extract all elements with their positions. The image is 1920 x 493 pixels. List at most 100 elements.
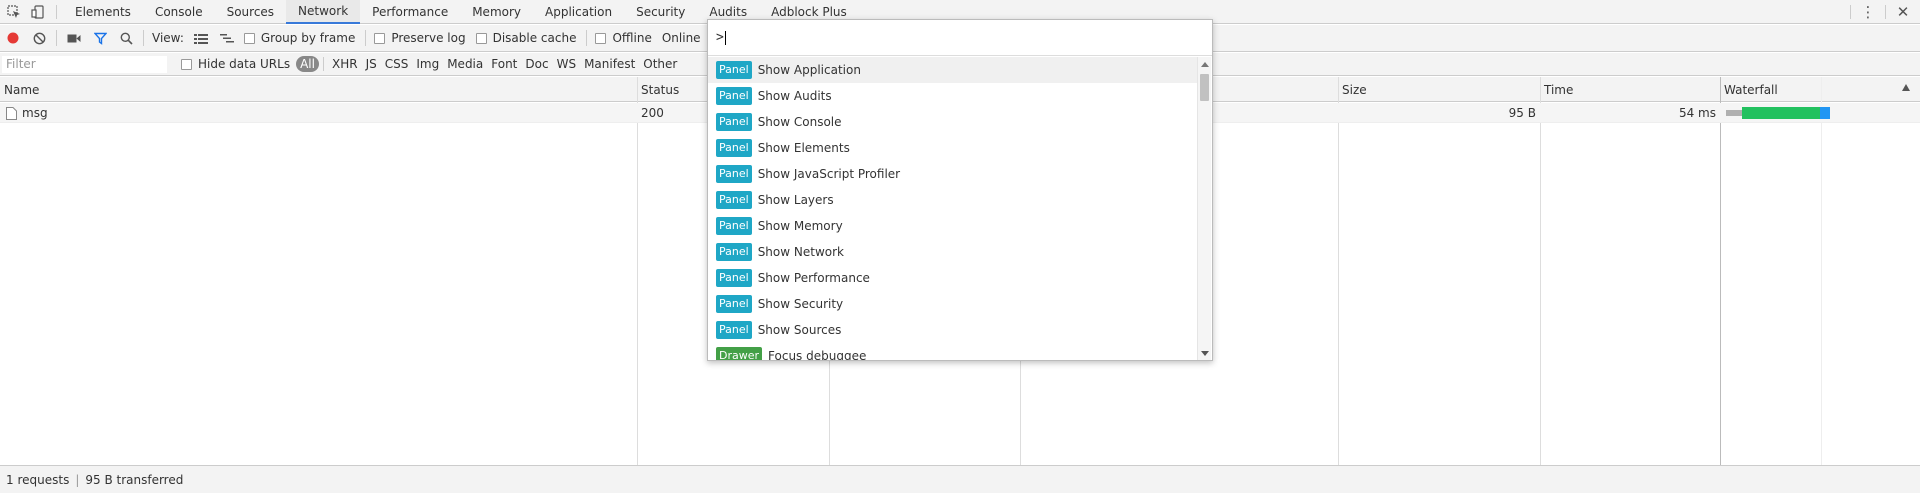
filter-type-manifest[interactable]: Manifest — [580, 57, 639, 71]
text-caret — [724, 30, 726, 45]
filter-type-all[interactable]: All — [296, 56, 319, 72]
command-list: Panel Show Application Panel Show Audits Pan… — [708, 57, 1197, 360]
command-item-label: Show Performance — [757, 271, 870, 285]
separator — [1885, 5, 1886, 19]
close-icon[interactable]: ✕ — [1892, 2, 1914, 22]
group-by-frame-checkbox[interactable]: Group by frame — [243, 31, 356, 45]
command-item[interactable]: Panel Show JavaScript Profiler — [708, 161, 1197, 187]
scroll-up-icon[interactable] — [1201, 62, 1209, 67]
filter-type-js[interactable]: JS — [362, 57, 381, 71]
command-item-label: Show Memory — [757, 219, 843, 233]
inspect-element-icon[interactable] — [4, 2, 24, 22]
more-options-icon[interactable]: ⋮ — [1857, 2, 1879, 22]
column-divider — [1720, 77, 1721, 465]
column-header-name[interactable]: Name — [0, 77, 637, 102]
column-header-size[interactable]: Size — [1338, 77, 1540, 102]
hide-data-urls-checkbox[interactable]: Hide data URLs — [181, 57, 290, 71]
command-item[interactable]: Panel Show Memory — [708, 213, 1197, 239]
command-input[interactable]: > — [708, 20, 1212, 56]
command-category-badge: Panel — [716, 269, 752, 287]
filter-icon[interactable] — [87, 25, 113, 51]
column-header-waterfall[interactable]: Waterfall — [1720, 77, 1920, 102]
column-header-time[interactable]: Time — [1540, 77, 1720, 102]
command-category-badge: Panel — [716, 61, 752, 79]
command-item[interactable]: Panel Show Application — [708, 57, 1197, 83]
tab-console[interactable]: Console — [143, 0, 215, 24]
command-item-label: Show Audits — [757, 89, 832, 103]
command-item[interactable]: Panel Show Console — [708, 109, 1197, 135]
checkbox-box[interactable] — [475, 32, 487, 44]
command-category-badge: Drawer — [716, 347, 763, 360]
command-item[interactable]: Panel Show Network — [708, 239, 1197, 265]
disable-cache-checkbox[interactable]: Disable cache — [475, 31, 577, 45]
command-item-label: Show Layers — [757, 193, 834, 207]
checkbox-box[interactable] — [374, 32, 386, 44]
command-item-label: Show Network — [757, 245, 844, 259]
capture-screenshots-icon[interactable] — [61, 25, 87, 51]
row-file-icon — [6, 103, 17, 123]
status-bar: 1 requests | 95 B transferred — [0, 465, 1920, 493]
filter-type-xhr[interactable]: XHR — [328, 57, 362, 71]
command-category-badge: Panel — [716, 139, 752, 157]
command-item[interactable]: Panel Show Security — [708, 291, 1197, 317]
filter-type-font[interactable]: Font — [487, 57, 521, 71]
tab-application[interactable]: Application — [533, 0, 624, 24]
command-category-badge: Panel — [716, 217, 752, 235]
checkbox-box[interactable] — [181, 58, 192, 70]
command-item[interactable]: Panel Show Performance — [708, 265, 1197, 291]
tab-elements[interactable]: Elements — [63, 0, 143, 24]
row-status: 200 — [641, 106, 664, 120]
status-separator: | — [75, 472, 80, 487]
overview-waterfall-icon[interactable] — [214, 25, 240, 51]
tab-memory[interactable]: Memory — [460, 0, 533, 24]
tab-sources[interactable]: Sources — [215, 0, 286, 24]
filter-type-other[interactable]: Other — [639, 57, 681, 71]
waterfall-queueing-bar — [1726, 110, 1742, 116]
offline-checkbox[interactable]: Offline — [595, 31, 652, 45]
command-item[interactable]: Panel Show Layers — [708, 187, 1197, 213]
record-button[interactable] — [0, 25, 26, 51]
view-label: View: — [152, 31, 184, 45]
separator — [365, 30, 367, 46]
filter-type-ws[interactable]: WS — [553, 57, 580, 71]
filter-input[interactable]: Filter — [2, 55, 167, 73]
row-name[interactable]: msg — [22, 103, 48, 123]
separator — [143, 30, 144, 46]
group-by-frame-label: Group by frame — [260, 31, 356, 45]
hide-data-urls-label: Hide data URLs — [198, 57, 291, 71]
filter-type-doc[interactable]: Doc — [521, 57, 552, 71]
column-divider — [637, 77, 638, 465]
tab-performance[interactable]: Performance — [360, 0, 460, 24]
scroll-down-icon[interactable] — [1201, 351, 1209, 356]
waterfall-gridline — [1821, 77, 1822, 465]
command-item[interactable]: Panel Show Elements — [708, 135, 1197, 161]
disable-cache-label: Disable cache — [492, 31, 577, 45]
filter-type-media[interactable]: Media — [443, 57, 487, 71]
filter-type-img[interactable]: Img — [412, 57, 443, 71]
tab-security[interactable]: Security — [624, 0, 697, 24]
large-rows-icon[interactable] — [188, 25, 214, 51]
filter-type-css[interactable]: CSS — [381, 57, 413, 71]
checkbox-box[interactable] — [595, 32, 607, 44]
scroll-thumb[interactable] — [1200, 74, 1209, 101]
command-item-label: Show JavaScript Profiler — [757, 167, 901, 181]
command-item-label: Show Elements — [757, 141, 850, 155]
command-list-scrollbar[interactable] — [1197, 57, 1211, 360]
search-icon[interactable] — [113, 25, 139, 51]
device-toolbar-icon[interactable] — [28, 2, 48, 22]
command-item[interactable]: Drawer Focus debuggee — [708, 343, 1197, 360]
clear-button[interactable] — [26, 25, 52, 51]
checkbox-box[interactable] — [243, 32, 255, 44]
command-item-label: Show Application — [757, 63, 861, 77]
waterfall-label: Waterfall — [1724, 82, 1778, 97]
command-item[interactable]: Panel Show Sources — [708, 317, 1197, 343]
command-category-badge: Panel — [716, 321, 752, 339]
throttling-select[interactable]: Online — [662, 31, 701, 45]
tabbar-separator — [56, 4, 57, 19]
preserve-log-checkbox[interactable]: Preserve log — [374, 31, 466, 45]
tabbar-right: ⋮ ✕ — [1850, 0, 1920, 24]
transferred-size: 95 B transferred — [85, 472, 184, 487]
offline-label: Offline — [612, 31, 652, 45]
command-item[interactable]: Panel Show Audits — [708, 83, 1197, 109]
tab-network[interactable]: Network — [286, 0, 361, 24]
